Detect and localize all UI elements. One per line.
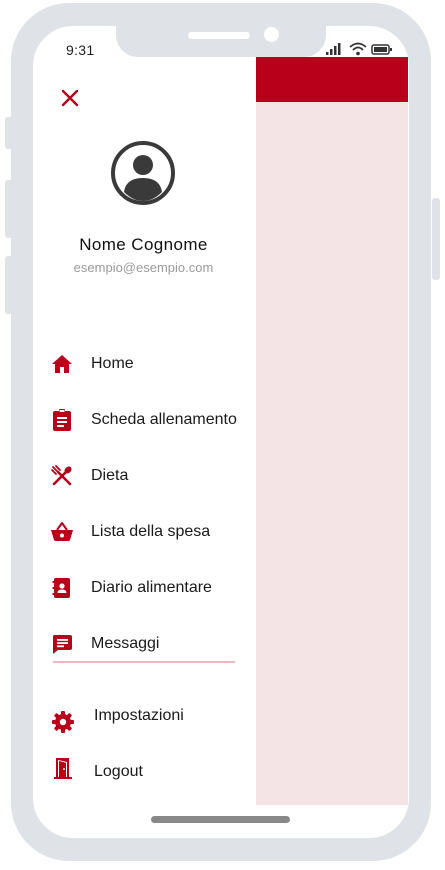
menu-divider: [53, 661, 235, 663]
phone-volume-down-button: [5, 256, 13, 314]
menu-item-impostazioni[interactable]: Impostazioni: [50, 700, 250, 736]
menu-item-scheda-allenamento[interactable]: Scheda allenamento: [50, 402, 250, 438]
menu-item-label: Scheda allenamento: [91, 411, 237, 428]
phone-power-button: [432, 198, 440, 280]
close-icon[interactable]: [58, 86, 82, 110]
user-name: Nome Cognome: [79, 235, 208, 254]
menu-item-label: Logout: [94, 763, 143, 780]
signal-icon: [326, 43, 341, 55]
menu-item-label: Impostazioni: [94, 707, 184, 724]
phone-side-button: [5, 117, 13, 149]
avatar: [111, 141, 175, 205]
speaker-grille: [188, 32, 250, 39]
basket-icon: [51, 522, 73, 541]
menu-item-label: Dieta: [91, 467, 129, 484]
menu-item-label: Home: [91, 355, 134, 372]
drawer-scrim[interactable]: [256, 57, 408, 805]
menu-item-messaggi[interactable]: Messaggi: [50, 626, 250, 662]
home-icon: [52, 355, 72, 373]
wifi-icon: [349, 42, 367, 56]
phone-volume-up-button: [5, 180, 13, 238]
home-indicator: [151, 816, 290, 823]
front-camera: [264, 27, 279, 42]
menu-item-home[interactable]: Home: [50, 346, 250, 382]
menu-item-label: Diario alimentare: [91, 579, 212, 596]
contact-book-icon: [52, 578, 70, 598]
menu-item-lista-della-spesa[interactable]: Lista della spesa: [50, 514, 250, 550]
utensils-icon: [51, 465, 72, 486]
door-icon: [54, 758, 72, 779]
clipboard-icon: [53, 409, 71, 431]
app-bar: [256, 57, 408, 102]
status-time: 9:31: [66, 42, 95, 58]
menu-item-logout[interactable]: Logout: [50, 756, 250, 792]
message-icon: [53, 635, 72, 654]
battery-icon: [371, 44, 392, 55]
gear-icon: [52, 711, 74, 733]
menu-item-label: Messaggi: [91, 635, 160, 652]
phone-notch: [116, 26, 326, 57]
menu-item-diario-alimentare[interactable]: Diario alimentare: [50, 570, 250, 606]
status-icons: [325, 42, 395, 56]
menu-item-dieta[interactable]: Dieta: [50, 458, 250, 494]
menu-item-label: Lista della spesa: [91, 523, 211, 540]
user-email: esempio@esempio.com: [73, 260, 214, 275]
